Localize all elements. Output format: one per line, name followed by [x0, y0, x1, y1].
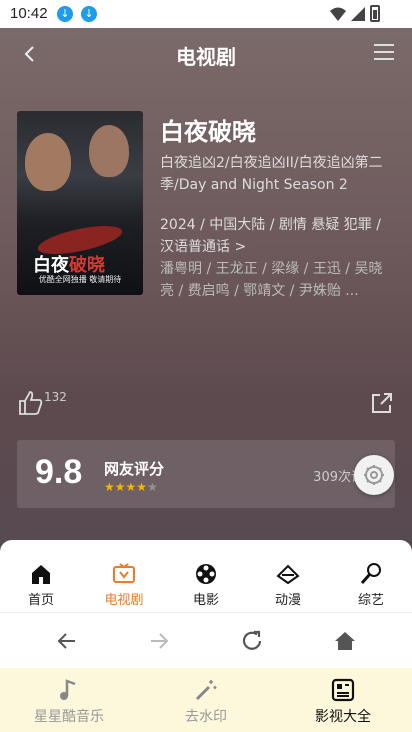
grid-icon [331, 678, 355, 702]
poster-figure [25, 133, 71, 191]
magic-wand-icon [195, 680, 217, 701]
microphone-icon [360, 563, 381, 584]
page-title: 电视剧 [176, 45, 236, 69]
status-time: 10:42 [10, 5, 48, 22]
star-icon: ★ [104, 480, 115, 494]
tv-icon [113, 563, 135, 583]
wifi-icon [330, 7, 346, 21]
back-arrow-icon[interactable] [55, 629, 79, 653]
tab-variety[interactable]: 综艺 [341, 562, 401, 608]
star-icon: ★ [136, 480, 148, 494]
share-icon[interactable] [370, 391, 394, 415]
rating-card: 9.8 网友评分 ★★★★★ 309次评分 [17, 440, 395, 508]
show-cast: 潘粤明 / 王龙正 / 梁缘 / 王迅 / 吴晓亮 / 费启鸣 / 鄂靖文 / … [160, 261, 383, 299]
anime-icon [276, 564, 300, 585]
app-watermark[interactable]: 去水印 [156, 678, 256, 726]
browser-controls [0, 612, 412, 668]
tab-anime[interactable]: 动漫 [258, 562, 318, 608]
app-bar: 星星酷音乐 去水印 影视大全 [0, 668, 412, 732]
download-icon: ↓ [57, 6, 73, 22]
star-empty-icon: ★ [147, 480, 158, 494]
show-alias: 白夜追凶2/白夜追凶II/白夜追凶第二季/Day and Night Seaso… [160, 155, 383, 193]
menu-icon[interactable] [374, 44, 394, 62]
tab-home[interactable]: 首页 [11, 562, 71, 608]
thumbs-up-icon[interactable] [18, 390, 44, 416]
status-bar: 10:42 ↓ ↓ [0, 0, 412, 28]
star-icon: ★ [125, 480, 137, 494]
forward-arrow-icon[interactable] [147, 629, 171, 653]
rating-score: 9.8 [35, 453, 83, 491]
home-icon [32, 565, 50, 584]
signal-icon [351, 7, 365, 21]
music-note-icon [60, 679, 76, 700]
rating-label: 网友评分 [104, 460, 165, 478]
tab-tv-series[interactable]: 电视剧 [94, 562, 154, 608]
tab-movies[interactable]: 电影 [176, 562, 236, 608]
show-meta[interactable]: 2024 / 中国大陆 / 剧情 悬疑 犯罪 / 汉语普通话 > [160, 214, 396, 258]
app-video[interactable]: 影视大全 [293, 678, 393, 726]
poster-image[interactable]: 白夜破晓 优酷全网独播 敬请期待 [17, 111, 143, 295]
gear-icon [364, 465, 384, 485]
like-count: 132 [44, 390, 67, 404]
category-tab-bar: 首页 电视剧 电影 动漫 综艺 [0, 540, 412, 612]
poster-footer: 优酷全网独播 敬请期待 [38, 275, 122, 284]
show-title: 白夜破晓 [160, 118, 256, 146]
refresh-icon[interactable] [240, 629, 264, 653]
poster-figure [89, 125, 129, 177]
top-bar: 电视剧 [0, 28, 412, 80]
home-icon[interactable] [333, 629, 357, 653]
download-icon: ↓ [81, 6, 97, 22]
star-icon: ★ [114, 480, 126, 494]
battery-icon [370, 5, 380, 22]
detail-header: 电视剧 白夜破晓 优酷全网独播 敬请期待 白夜破晓 白夜追凶2/白夜追凶II/白… [0, 28, 412, 558]
app-music[interactable]: 星星酷音乐 [19, 678, 119, 726]
film-reel-icon [196, 564, 216, 584]
rating-stars: ★★★★★ [104, 480, 158, 494]
settings-button[interactable] [354, 455, 394, 495]
